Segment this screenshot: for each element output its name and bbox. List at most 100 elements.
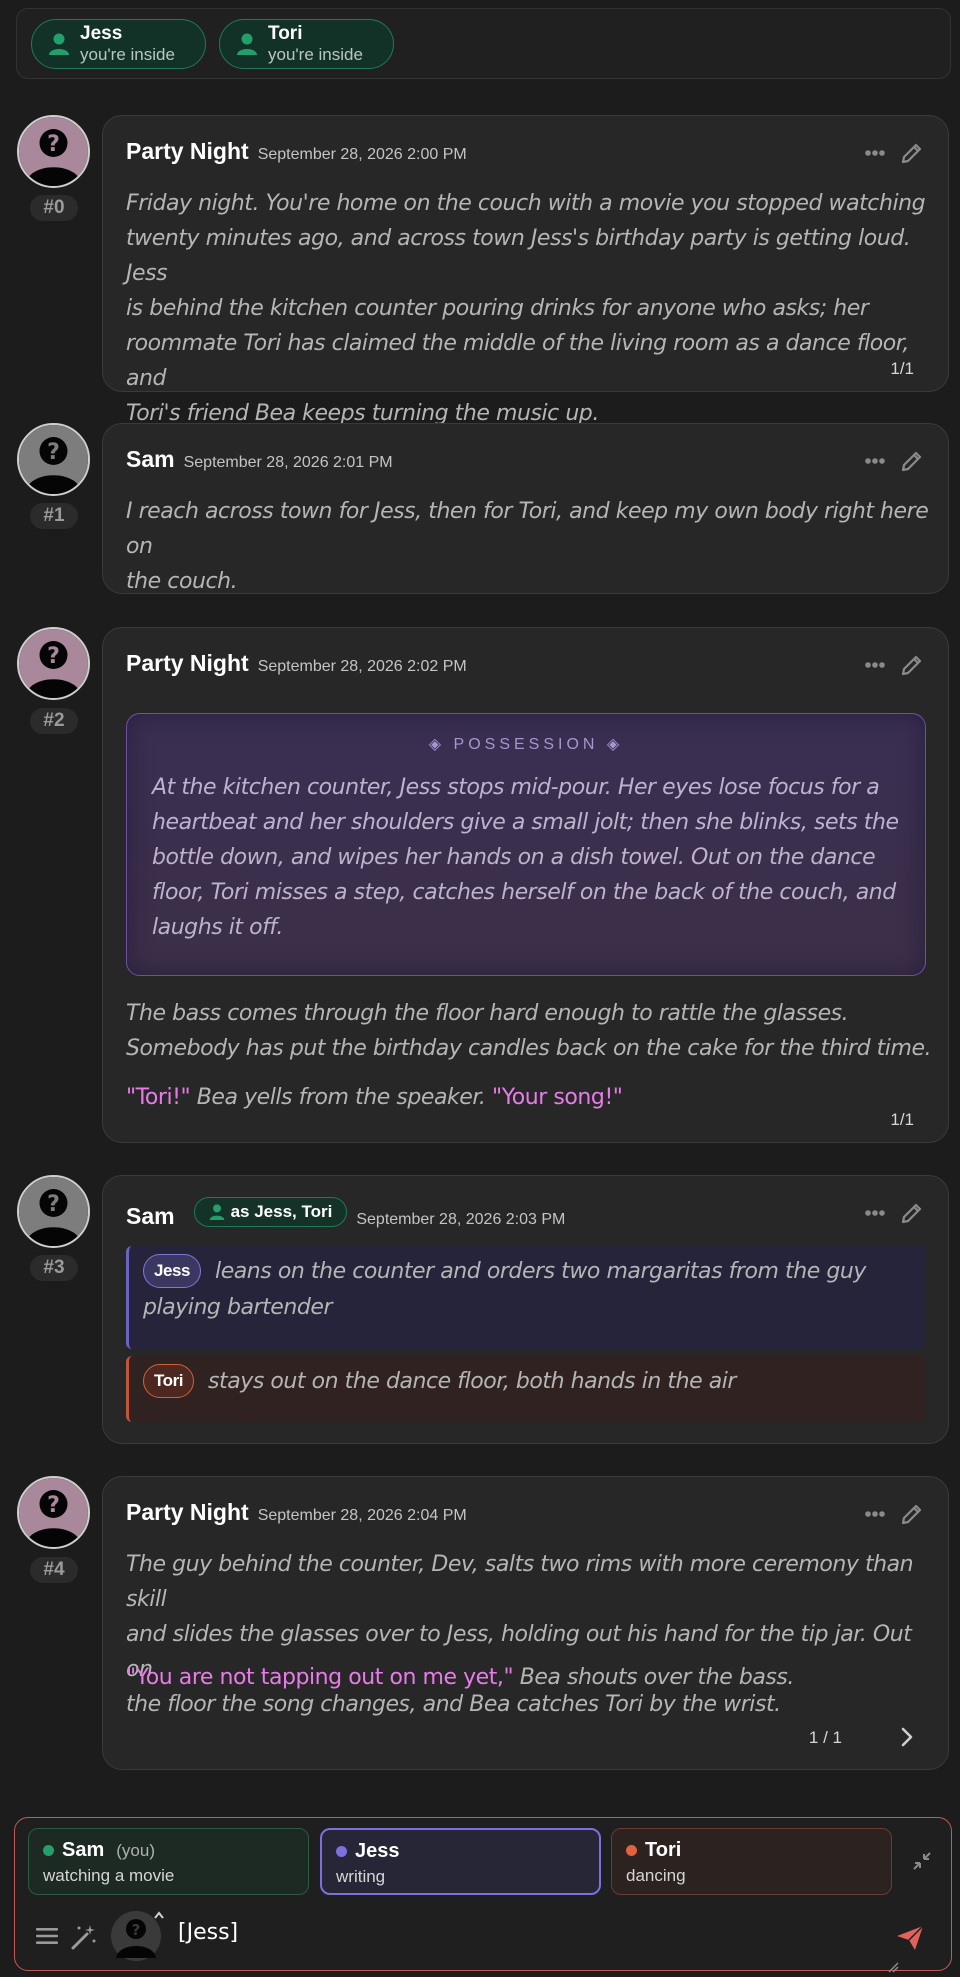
avatar[interactable]: ? (17, 115, 90, 188)
message-index: #4 (30, 1557, 78, 1583)
menu-icon[interactable] (35, 1926, 59, 1950)
possession-text: At the kitchen counter, Jess stops mid-p… (152, 770, 901, 945)
compose-row: ? [Jess] (15, 1906, 951, 1973)
text-line: heartbeat and her shoulders give a small… (152, 810, 899, 835)
message-index: #1 (30, 503, 78, 529)
timestamp: September 28, 2026 2:04 PM (257, 1507, 467, 1524)
text-line: The bass comes through the floor hard en… (126, 1001, 849, 1026)
active-characters-bar: Jess you're inside Tori you're inside (16, 8, 951, 79)
status-dot (626, 1845, 637, 1856)
collapse-icon[interactable] (912, 1851, 932, 1875)
text-line: stays out on the dance floor, both hands… (208, 1369, 737, 1394)
text-line: leans on the counter and orders two marg… (215, 1259, 866, 1284)
edit-icon[interactable] (900, 653, 924, 677)
message-index: #2 (30, 708, 78, 734)
swipe-counter: 1/1 (890, 359, 914, 378)
message-body: The guy behind the counter, Dev, salts t… (126, 1547, 936, 1722)
text-line: bottle down, and wipes her hands on a di… (152, 845, 876, 870)
possession-box: ◈ POSSESSION ◈ At the kitchen counter, J… (126, 713, 926, 976)
text-line: the couch. (126, 569, 238, 594)
edit-icon[interactable] (900, 1502, 924, 1526)
as-characters-badge: as Jess, Tori (193, 1197, 348, 1227)
message-card: Party Night September 28, 2026 2:02 PM ◈… (102, 627, 949, 1143)
text-line: The guy behind the counter, Dev, salts t… (126, 1552, 914, 1612)
swipe-counter: 1/1 (890, 1110, 914, 1129)
tab-status: watching a movie (43, 1866, 175, 1885)
speaker-name[interactable]: Party Night (126, 138, 249, 165)
speaker-name[interactable]: Party Night (126, 1499, 249, 1526)
composer-tab-tori[interactable]: Tori dancing (611, 1828, 892, 1895)
timestamp: September 28, 2026 2:03 PM (356, 1211, 566, 1228)
person-icon (209, 1204, 224, 1220)
text-line: Friday night. You're home on the couch w… (126, 191, 926, 216)
edit-icon[interactable] (900, 449, 924, 473)
you-label: (you) (116, 1840, 155, 1860)
message-card: Sam as Jess, Tori September 28, 2026 2:0… (102, 1175, 949, 1444)
persona-avatar[interactable]: ? (111, 1910, 167, 1966)
chevron-right-icon[interactable] (900, 1726, 914, 1752)
timestamp: September 28, 2026 2:01 PM (183, 454, 393, 471)
svg-text:?: ? (47, 1493, 60, 1518)
possession-title: ◈ POSSESSION ◈ (428, 736, 624, 753)
swipe-counter: 1 / 1 (808, 1728, 842, 1747)
composer-tab-sam[interactable]: Sam (you) watching a movie (28, 1828, 309, 1895)
text-line: Somebody has put the birthday candles ba… (126, 1036, 932, 1061)
send-icon[interactable] (895, 1924, 925, 1956)
more-icon[interactable] (864, 661, 886, 669)
edit-icon[interactable] (900, 141, 924, 165)
pill-status: you're inside (80, 44, 175, 64)
more-icon[interactable] (864, 1209, 886, 1217)
speaker-name[interactable]: Party Night (126, 650, 249, 677)
avatar[interactable]: ? (17, 1175, 90, 1248)
message-input[interactable]: [Jess] (178, 1920, 238, 1945)
text-line: At the kitchen counter, Jess stops mid-p… (152, 775, 880, 800)
character-pill-tori[interactable]: Tori you're inside (219, 18, 394, 69)
speaker-name[interactable]: Sam (126, 446, 175, 473)
svg-text:?: ? (47, 644, 60, 669)
resize-handle-icon[interactable] (887, 1958, 899, 1977)
text-line: playing bartender (143, 1295, 333, 1320)
more-icon[interactable] (864, 457, 886, 465)
action-tori: Tori stays out on the dance floor, both h… (126, 1356, 926, 1422)
speech-attribution: Bea yells from the speaker. (190, 1085, 493, 1110)
pill-status: you're inside (268, 44, 363, 64)
text-line: I reach across town for Jess, then for T… (126, 499, 929, 559)
character-pill-jess[interactable]: Jess you're inside (31, 18, 206, 69)
speech-quote: "Your song!" (492, 1085, 623, 1110)
person-icon (48, 32, 70, 56)
message-index: #3 (30, 1255, 78, 1281)
svg-text:?: ? (47, 132, 60, 157)
character-tag-jess: Jess (143, 1254, 202, 1288)
status-dot (336, 1846, 347, 1857)
more-icon[interactable] (864, 149, 886, 157)
message-index: #0 (30, 195, 78, 221)
tab-name: Tori (645, 1839, 682, 1861)
svg-text:?: ? (47, 440, 60, 465)
tab-name: Sam (62, 1839, 105, 1861)
speaker-name[interactable]: Sam (126, 1203, 175, 1230)
action-jess: Jess leans on the counter and orders two … (126, 1246, 926, 1349)
timestamp: September 28, 2026 2:02 PM (257, 658, 467, 675)
status-dot (43, 1845, 54, 1856)
svg-text:?: ? (47, 1192, 60, 1217)
timestamp: September 28, 2026 2:00 PM (257, 146, 467, 163)
speech-quote: "You are not tapping out on me yet," (126, 1665, 514, 1690)
edit-icon[interactable] (900, 1201, 924, 1225)
message-body: I reach across town for Jess, then for T… (126, 494, 936, 599)
person-icon (236, 32, 258, 56)
message-body: Friday night. You're home on the couch w… (126, 186, 936, 431)
text-line: floor, Tori misses a step, catches herse… (152, 880, 896, 905)
message-card: Party Night September 28, 2026 2:00 PM F… (102, 115, 949, 426)
text-line: roommate Tori has claimed the middle of … (126, 331, 909, 391)
avatar[interactable]: ? (17, 423, 90, 496)
composer-tab-jess[interactable]: Jess writing (320, 1828, 601, 1895)
action-text: Tori stays out on the dance floor, both h… (143, 1364, 906, 1400)
text-line: is behind the kitchen counter pouring dr… (126, 296, 869, 321)
as-badge-label: as Jess, Tori (230, 1202, 333, 1221)
avatar[interactable]: ? (17, 1476, 90, 1549)
more-icon[interactable] (864, 1510, 886, 1518)
pill-name: Tori (268, 22, 303, 44)
magic-wand-icon[interactable] (70, 1923, 98, 1955)
avatar[interactable]: ? (17, 627, 90, 700)
dialogue-line: "Tori!" Bea yells from the speaker. "You… (126, 1080, 936, 1115)
